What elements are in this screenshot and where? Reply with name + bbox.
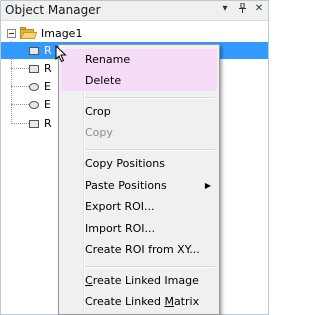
collapse-icon[interactable]: [7, 28, 16, 38]
mouse-pointer-icon: [55, 44, 67, 66]
tree-node-label: R: [44, 44, 52, 57]
tree-node-label: E: [44, 80, 51, 93]
rectangle-roi-icon: [29, 46, 39, 55]
tree-node-roi-4[interactable]: E: [11, 96, 51, 113]
tree-node-roi-2[interactable]: R: [11, 60, 52, 77]
menu-item-copy: Copy: [85, 126, 113, 139]
close-icon[interactable]: ✕: [254, 3, 264, 16]
title-bar: Object Manager ▾ ✕: [1, 1, 268, 21]
menu-item-label: Paste Positions: [85, 179, 167, 192]
mnemonic-underline: M: [164, 295, 174, 308]
ellipse-roi-icon: [29, 82, 39, 91]
tree-node-label: R: [44, 62, 52, 75]
tree-node-roi-3[interactable]: E: [11, 78, 51, 95]
menu-separator: [85, 97, 215, 99]
menu-separator: [85, 149, 215, 151]
tree-root-node[interactable]: Image1: [7, 25, 82, 41]
menu-item-paste-positions[interactable]: Paste Positions ▶: [61, 175, 217, 196]
menu-item-export-roi[interactable]: Export ROI...: [61, 196, 217, 217]
menu-item-create-roi-from-xy[interactable]: Create ROI from XY...: [61, 239, 217, 260]
title-bar-buttons: ▾ ✕: [220, 2, 264, 16]
dropdown-arrow-icon[interactable]: ▾: [220, 3, 230, 16]
mnemonic-underline: C: [85, 274, 93, 287]
menu-item-create-linked-image[interactable]: Create Linked Image: [61, 270, 217, 291]
menu-separator: [85, 266, 215, 268]
tree-node-label: E: [44, 98, 51, 111]
menu-item-copy-positions[interactable]: Copy Positions: [61, 153, 217, 174]
panel-title: Object Manager: [5, 3, 101, 17]
submenu-arrow-icon: ▶: [204, 181, 211, 190]
menu-item-import-roi[interactable]: Import ROI...: [61, 218, 217, 239]
tree-root-label: Image1: [41, 26, 83, 40]
pin-icon[interactable]: [237, 2, 247, 16]
menu-item-delete[interactable]: Delete: [61, 70, 217, 91]
menu-item-rename[interactable]: Rename: [61, 49, 217, 70]
menu-item-create-linked-matrix[interactable]: Create Linked Matrix: [61, 291, 217, 312]
menu-item-crop[interactable]: Crop: [61, 101, 217, 122]
folder-open-icon: [20, 27, 38, 39]
tree-node-roi-5[interactable]: R: [11, 115, 52, 132]
context-menu: Rename Delete Crop Copy Copy Positions P…: [58, 44, 220, 315]
rectangle-roi-icon: [29, 64, 39, 73]
ellipse-roi-icon: [29, 100, 39, 109]
tree-node-label: R: [44, 117, 52, 130]
rectangle-roi-icon: [29, 119, 39, 128]
